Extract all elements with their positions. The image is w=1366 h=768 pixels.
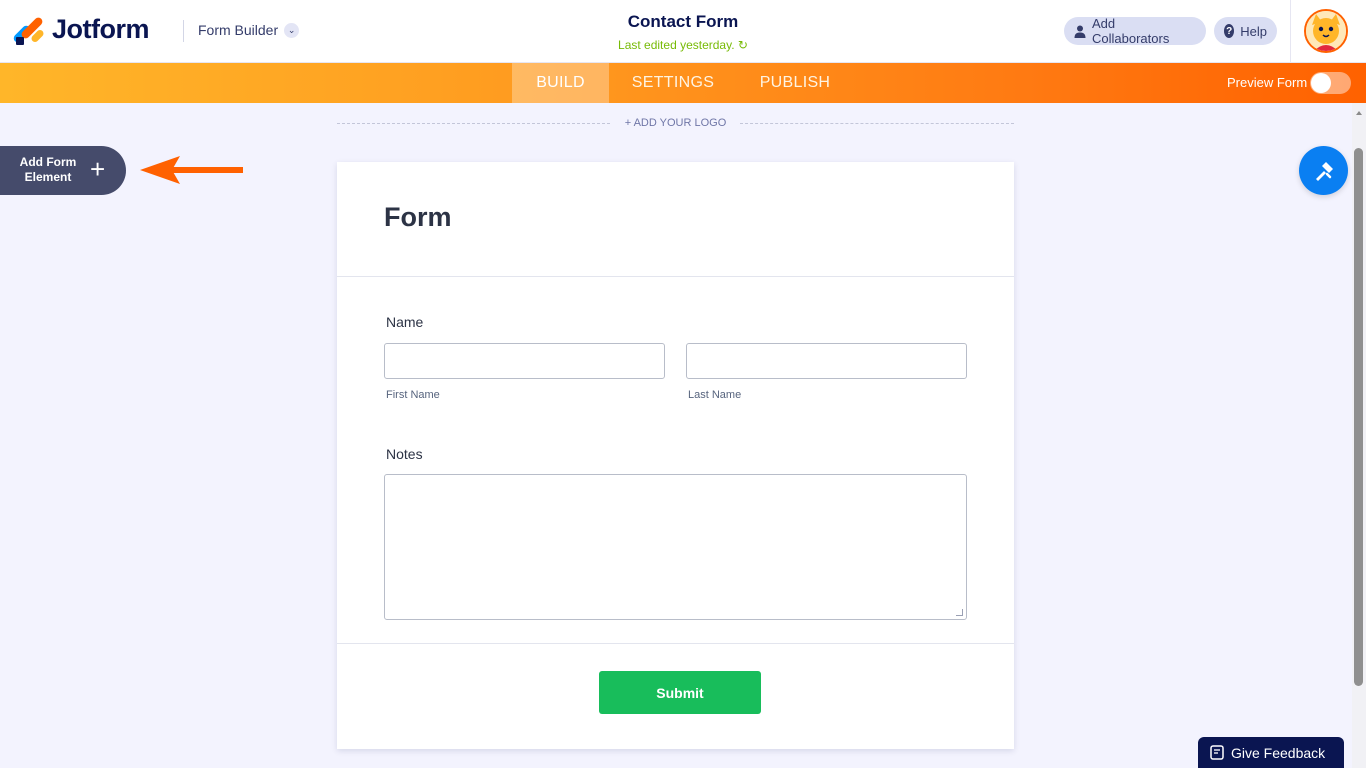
tab-settings[interactable]: SETTINGS bbox=[620, 63, 726, 103]
plus-icon: + bbox=[90, 154, 106, 184]
user-icon bbox=[1074, 25, 1086, 38]
add-logo-area[interactable]: + ADD YOUR LOGO bbox=[337, 116, 1014, 132]
last-name-sublabel: Last Name bbox=[688, 389, 742, 401]
form-title-area: Contact Form Last edited yesterday. ↻ bbox=[583, 12, 783, 52]
submit-button[interactable]: Submit bbox=[599, 671, 761, 714]
header-divider bbox=[183, 20, 184, 42]
give-feedback-label: Give Feedback bbox=[1231, 744, 1326, 761]
jotform-logo[interactable]: Jotform bbox=[12, 14, 150, 45]
preview-form-toggle[interactable] bbox=[1310, 72, 1351, 94]
paint-roller-icon bbox=[1315, 161, 1333, 181]
add-form-element-label: Add Form Element bbox=[19, 155, 77, 184]
form-builder-label: Form Builder bbox=[198, 22, 279, 38]
preview-form-label: Preview Form bbox=[1227, 75, 1308, 90]
form-title[interactable]: Contact Form bbox=[583, 12, 783, 32]
header-separator bbox=[1290, 0, 1291, 63]
scroll-thumb[interactable] bbox=[1354, 148, 1363, 686]
jotform-logo-icon bbox=[12, 15, 45, 45]
scroll-up-icon[interactable] bbox=[1356, 111, 1362, 115]
help-button[interactable]: ? Help bbox=[1214, 17, 1277, 45]
tab-build[interactable]: BUILD bbox=[512, 63, 609, 103]
first-name-input[interactable] bbox=[384, 343, 665, 379]
last-edited-status: Last edited yesterday. ↻ bbox=[583, 38, 783, 52]
add-collaborators-button[interactable]: Add Collaborators bbox=[1064, 16, 1206, 46]
notes-textarea[interactable] bbox=[384, 474, 967, 620]
feedback-icon bbox=[1210, 745, 1224, 760]
add-collaborators-label: Add Collaborators bbox=[1092, 16, 1170, 46]
dashed-line bbox=[740, 123, 1014, 124]
form-card: Form Name First Name Last Name Notes Sub… bbox=[337, 162, 1014, 749]
form-designer-button[interactable] bbox=[1299, 146, 1348, 195]
page-scrollbar[interactable] bbox=[1352, 103, 1366, 768]
heading-divider bbox=[337, 276, 1014, 277]
add-form-element-button[interactable]: Add Form Element + bbox=[0, 146, 126, 195]
last-name-input[interactable] bbox=[686, 343, 967, 379]
form-builder-dropdown[interactable]: Form Builder ⌄ bbox=[198, 22, 300, 38]
help-label: Help bbox=[1240, 23, 1267, 39]
avatar-cat-icon bbox=[1306, 11, 1346, 51]
notes-label: Notes bbox=[386, 446, 423, 462]
builder-nav: BUILD SETTINGS PUBLISH Preview Form bbox=[0, 63, 1366, 103]
help-icon: ? bbox=[1224, 24, 1235, 38]
refresh-icon: ↻ bbox=[737, 38, 748, 52]
tab-publish[interactable]: PUBLISH bbox=[748, 63, 842, 103]
last-edited-text: Last edited yesterday. bbox=[618, 38, 735, 52]
toggle-knob bbox=[1311, 73, 1331, 93]
form-heading[interactable]: Form bbox=[384, 202, 452, 233]
chevron-down-icon: ⌄ bbox=[284, 22, 300, 38]
resize-handle-icon[interactable] bbox=[956, 609, 963, 616]
logo-text: Jotform bbox=[52, 14, 150, 44]
name-label: Name bbox=[386, 314, 424, 330]
top-header: Jotform Form Builder ⌄ Contact Form Last… bbox=[0, 0, 1366, 63]
give-feedback-button[interactable]: Give Feedback bbox=[1198, 737, 1344, 768]
submit-divider bbox=[337, 643, 1014, 644]
avatar[interactable] bbox=[1304, 9, 1348, 53]
first-name-sublabel: First Name bbox=[386, 389, 440, 401]
arrow-left-icon bbox=[140, 156, 243, 184]
